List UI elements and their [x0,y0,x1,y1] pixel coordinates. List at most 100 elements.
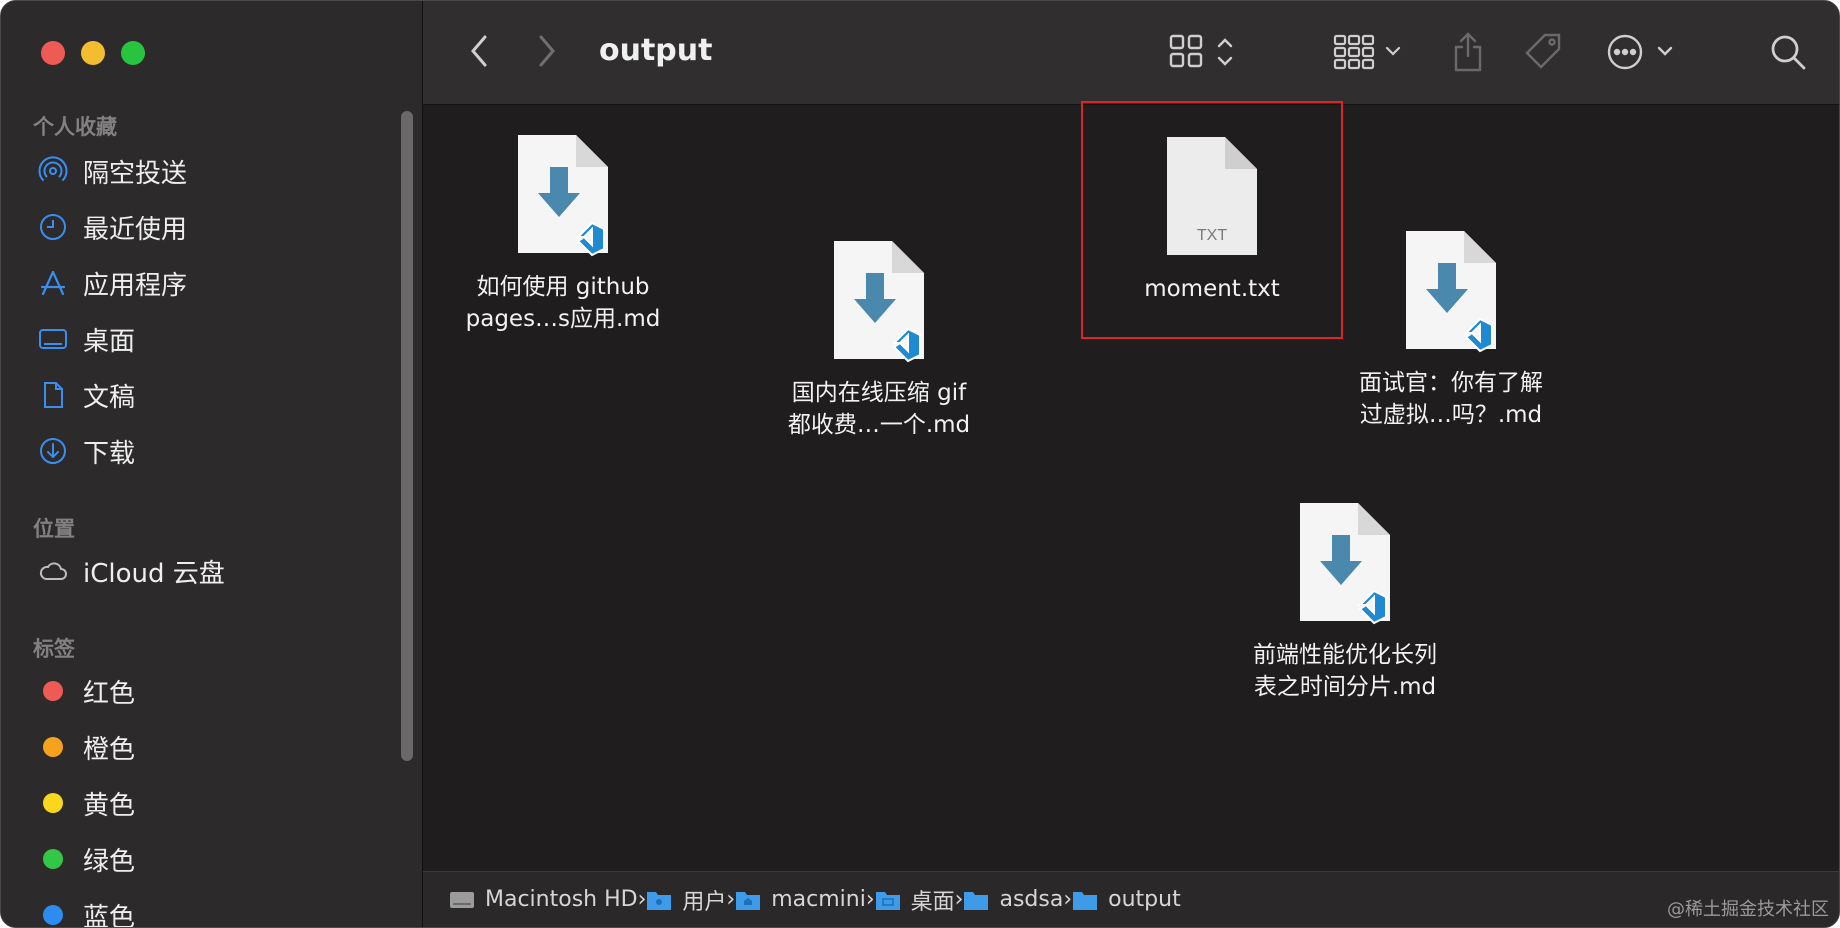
minimize-button[interactable] [81,41,105,65]
document-icon [37,379,69,411]
airdrop-icon [37,155,69,187]
path-item-asdsa[interactable]: asdsa [963,887,1063,912]
watermark: @稀土掘金技术社区 [1667,899,1829,920]
download-icon [37,435,69,467]
sidebar-item-label: 蓝色 [83,902,136,928]
chevron-right-icon: › [865,887,875,912]
chevron-right-icon: › [1063,887,1073,912]
file-grid: 如何使用 github pages…s应用.md 国内在线压缩 gif 都收费…… [423,101,1839,871]
sidebar-tag-red[interactable]: 红色 [37,669,397,713]
favorites-section-label: 个人收藏 [33,115,117,139]
sidebar-scrollbar[interactable] [401,111,413,761]
path-item-macintosh-hd[interactable]: Macintosh HD [449,887,638,912]
sidebar-tag-yellow[interactable]: 黄色 [37,781,397,825]
toolbar: output [423,1,1839,105]
chevron-left-icon [471,35,487,67]
sidebar-item-label: 下载 [83,438,136,469]
sidebar-item-label: 应用程序 [83,270,188,301]
path-item-users[interactable]: 用户 [646,884,726,916]
clock-icon [37,211,69,243]
tag-color-dot [43,905,63,925]
more-actions-button[interactable] [1605,31,1679,73]
ellipsis-circle-icon [1607,34,1673,70]
file-name: 如何使用 github pages…s应用.md [465,274,661,332]
sidebar-item-desktop[interactable]: 桌面 [37,317,397,361]
tag-color-dot [43,737,63,757]
sidebar-item-label: 文稿 [83,382,136,413]
sidebar-item-applications[interactable]: 应用程序 [37,261,397,305]
markdown-file-icon [1290,501,1400,625]
tag-color-dot [43,849,63,869]
sidebar-item-airdrop[interactable]: 隔空投送 [37,149,397,193]
sidebar-item-label: 红色 [83,678,136,709]
tag-button[interactable] [1521,29,1567,75]
markdown-file-icon [824,239,934,363]
icon-view-grid-icon [1169,34,1233,68]
sidebar-item-label: 橙色 [83,734,136,765]
share-icon [1454,32,1482,72]
search-button[interactable] [1767,31,1809,73]
forward-button[interactable] [529,31,565,71]
window-title: output [599,33,713,68]
file-item[interactable]: 国内在线压缩 gif 都收费…一个.md [769,239,989,441]
sidebar-item-label: iCloud 云盘 [83,558,225,589]
window-controls [41,41,145,65]
file-type-badge: TXT [1196,227,1228,244]
cloud-icon [37,555,69,587]
chevron-right-icon: › [954,887,964,912]
chevron-right-icon: › [726,887,736,912]
tag-color-dot [43,681,63,701]
sidebar-item-recents[interactable]: 最近使用 [37,205,397,249]
zoom-button[interactable] [121,41,145,65]
applications-icon [37,267,69,299]
group-button[interactable] [1333,31,1405,73]
drive-icon [450,891,474,908]
locations-section-label: 位置 [33,517,75,541]
file-name: moment.txt [1144,276,1280,302]
search-icon [1771,35,1806,70]
markdown-file-icon [508,133,618,257]
file-name: 前端性能优化长列 表之时间分片.md [1253,642,1437,700]
share-button[interactable] [1449,29,1487,75]
path-item-desktop[interactable]: 桌面 [875,884,955,916]
file-item[interactable]: 前端性能优化长列 表之时间分片.md [1235,501,1455,703]
tag-icon [1525,33,1561,69]
sidebar: 个人收藏 隔空投送 最近使用 应用程序 桌面 文稿 下载 位置 iCloud 云… [1,1,423,928]
sidebar-item-documents[interactable]: 文稿 [37,373,397,417]
file-item[interactable]: 面试官：你有了解 过虚拟…吗？.md [1341,229,1561,431]
close-button[interactable] [41,41,65,65]
desktop-icon [37,323,69,355]
chevron-right-icon: › [637,887,647,912]
sidebar-item-label: 绿色 [83,846,136,877]
sidebar-item-label: 黄色 [83,790,136,821]
path-item-macmini[interactable]: macmini [735,887,866,912]
file-name: 国内在线压缩 gif 都收费…一个.md [787,380,971,438]
file-item[interactable]: 如何使用 github pages…s应用.md [453,133,673,335]
sidebar-item-label: 最近使用 [83,214,188,245]
path-item-output[interactable]: output [1072,887,1181,912]
folder-icon [964,891,989,910]
file-name: 面试官：你有了解 过虚拟…吗？.md [1359,370,1543,428]
sidebar-item-downloads[interactable]: 下载 [37,429,397,473]
markdown-file-icon [1396,229,1506,353]
sidebar-tag-blue[interactable]: 蓝色 [37,893,397,928]
finder-window: 个人收藏 隔空投送 最近使用 应用程序 桌面 文稿 下载 位置 iCloud 云… [0,0,1840,928]
folder-icon [1073,891,1098,910]
text-file-icon: TXT [1157,135,1267,259]
sidebar-item-label: 桌面 [83,326,136,357]
sidebar-tag-orange[interactable]: 橙色 [37,725,397,769]
sidebar-tag-green[interactable]: 绿色 [37,837,397,881]
users-folder-icon [647,891,672,910]
file-item-selected[interactable]: TXT moment.txt [1102,135,1322,305]
tag-color-dot [43,793,63,813]
path-bar: Macintosh HD › 用户 › macmini › 桌面 › asdsa… [423,871,1839,927]
group-grid-icon [1333,34,1401,70]
view-mode-button[interactable] [1169,31,1241,73]
back-button[interactable] [461,31,497,71]
desktop-folder-icon [875,891,900,910]
tags-section-label: 标签 [33,637,75,661]
sidebar-item-label: 隔空投送 [83,158,188,189]
chevron-right-icon [539,35,555,67]
home-folder-icon [736,891,761,910]
sidebar-item-icloud[interactable]: iCloud 云盘 [37,549,397,593]
